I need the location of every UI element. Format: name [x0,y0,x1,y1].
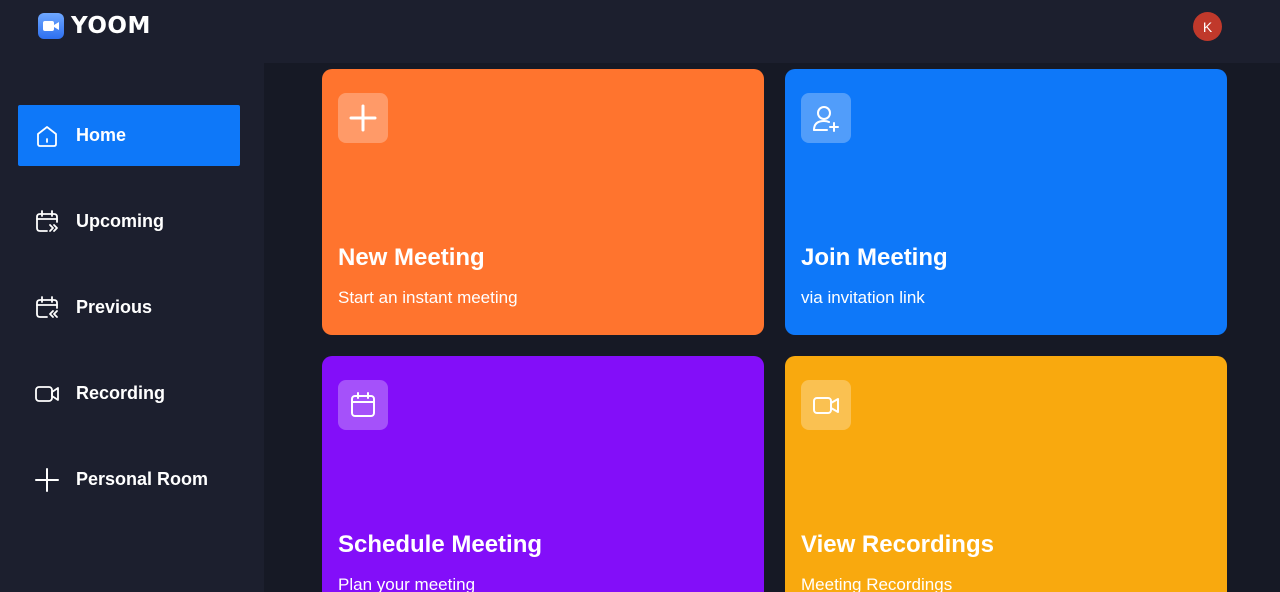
home-icon [37,125,57,147]
sidebar-item-previous[interactable]: Previous [18,277,240,338]
sidebar-item-label: Personal Room [76,469,209,489]
plus-icon [338,93,388,143]
logo-video-icon [38,13,64,39]
sidebar-item-label: Previous [76,297,153,317]
app-name: YOOM [71,13,151,39]
sidebar-item-home[interactable]: Home [18,105,240,166]
card-title: Schedule Meeting [338,531,543,558]
join-meeting-card[interactable]: Join Meeting via invitation link [785,69,1227,335]
calendar-back-icon [36,295,58,318]
sidebar-item-label: Recording [76,383,166,403]
sidebar-item-recording[interactable]: Recording [18,363,240,424]
video-icon [35,385,59,402]
sidebar-item-personal-room[interactable]: Personal Room [18,449,240,510]
new-meeting-card[interactable]: New Meeting Start an instant meeting [322,69,764,335]
sidebar-item-label: Home [76,125,127,145]
plus-icon [35,467,59,492]
sidebar-item-label: Upcoming [76,211,164,231]
card-title: View Recordings [801,531,994,558]
user-plus-icon [801,93,851,143]
sidebar-item-upcoming[interactable]: Upcoming [18,191,240,252]
card-subtitle: Start an instant meeting [338,288,518,307]
calendar-icon [338,380,388,430]
calendar-forward-icon [36,209,58,232]
card-title: Join Meeting [801,244,948,271]
card-subtitle: Plan your meeting [338,575,476,592]
app-logo[interactable]: YOOM [38,13,151,39]
sidebar: Home Upcoming Previous Recording Persona… [0,63,264,592]
card-subtitle: Meeting Recordings [801,575,953,592]
video-icon [801,380,851,430]
schedule-meeting-card[interactable]: Schedule Meeting Plan your meeting [322,356,764,592]
card-subtitle: via invitation link [801,288,925,307]
card-title: New Meeting [338,244,485,271]
user-avatar[interactable]: K [1193,12,1222,41]
top-navbar: YOOM K [0,0,1280,63]
view-recordings-card[interactable]: View Recordings Meeting Recordings [785,356,1227,592]
